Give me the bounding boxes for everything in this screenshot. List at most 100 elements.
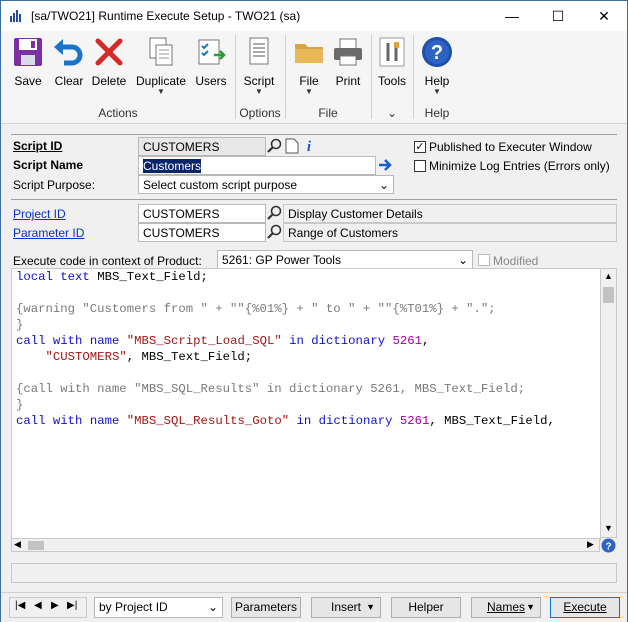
file-button[interactable]: File ▼ <box>291 35 327 96</box>
code-line: "CUSTOMERS", MBS_Text_Field; <box>45 350 253 364</box>
sort-select[interactable]: by Project ID ⌄ <box>94 597 223 618</box>
script-button[interactable]: Script ▼ <box>239 35 279 96</box>
users-checklist-icon <box>198 39 226 65</box>
file-label: File <box>299 74 319 88</box>
group-label-tools[interactable]: ⌄ <box>371 106 413 120</box>
script-purpose-value: Select custom script purpose <box>143 178 298 192</box>
scroll-thumb[interactable] <box>28 541 44 550</box>
print-button[interactable]: Print <box>329 35 367 88</box>
script-name-field[interactable]: Customers <box>138 156 376 175</box>
save-button[interactable]: Save <box>9 35 47 88</box>
maximize-button[interactable]: ☐ <box>535 1 581 31</box>
script-id-field[interactable]: CUSTOMERS <box>138 137 266 156</box>
file-dropdown-icon: ▼ <box>305 87 313 96</box>
close-button[interactable]: ✕ <box>581 1 627 31</box>
code-line: } <box>16 318 24 332</box>
product-value: 5261: GP Power Tools <box>222 253 341 267</box>
save-icon <box>14 38 42 66</box>
users-button[interactable]: Users <box>193 35 229 88</box>
helper-button[interactable]: Helper <box>391 597 461 618</box>
bottom-toolbar: |◀ ◀ ▶ ▶| by Project ID ⌄ Parameters Ins… <box>1 592 627 622</box>
script-purpose-select[interactable]: Select custom script purpose ⌄ <box>138 175 394 194</box>
chevron-down-icon: ⌄ <box>457 253 468 267</box>
first-record-icon[interactable]: |◀ <box>15 600 25 611</box>
published-label: Published to Executer Window <box>429 140 592 154</box>
next-record-icon[interactable]: ▶ <box>51 600 59 611</box>
note-icon[interactable] <box>285 138 299 154</box>
published-checkbox[interactable]: ✓ <box>414 141 426 153</box>
group-label-file: File <box>318 106 338 120</box>
svg-text:?: ? <box>605 542 611 553</box>
last-record-icon[interactable]: ▶| <box>67 600 77 611</box>
lookup-icon[interactable] <box>267 138 283 154</box>
horizontal-scrollbar[interactable]: ◀ ▶ <box>11 538 600 552</box>
modified-checkbox <box>478 254 490 266</box>
group-label-help: Help <box>424 106 450 120</box>
app-icon <box>9 9 23 23</box>
parameters-button[interactable]: Parameters <box>231 597 301 618</box>
svg-text:?: ? <box>431 42 443 64</box>
parameter-id-label[interactable]: Parameter ID <box>13 226 84 240</box>
scroll-right-icon[interactable]: ▶ <box>587 539 594 550</box>
help-label: Help <box>424 74 450 88</box>
tools-button[interactable]: Tools <box>375 35 409 88</box>
insert-label: Insert <box>330 600 361 614</box>
help-small-icon[interactable]: ? <box>601 538 616 553</box>
parameter-id-field[interactable]: CUSTOMERS <box>138 223 266 242</box>
window-title: [sa/TWO21] Runtime Execute Setup - TWO21… <box>31 9 301 23</box>
scroll-down-icon[interactable]: ▼ <box>604 523 613 533</box>
script-id-label[interactable]: Script ID <box>13 139 62 153</box>
help-button[interactable]: ? Help ▼ <box>417 35 457 96</box>
modified-label: Modified <box>493 254 539 268</box>
insert-dropdown-icon: ▼ <box>366 602 375 612</box>
project-id-label[interactable]: Project ID <box>13 207 66 221</box>
duplicate-icon <box>149 37 173 66</box>
code-line: call with name "MBS_SQL_Results_Goto" in… <box>16 414 555 428</box>
arrow-right-icon[interactable] <box>377 157 393 173</box>
script-document-icon <box>249 37 269 65</box>
execute-button[interactable]: Execute <box>550 597 620 618</box>
script-purpose-label: Script Purpose: <box>13 178 96 192</box>
previous-record-icon[interactable]: ◀ <box>34 600 42 611</box>
clear-button[interactable]: Clear <box>51 35 87 88</box>
scroll-left-icon[interactable]: ◀ <box>14 539 21 550</box>
delete-x-icon <box>95 38 123 66</box>
code-editor[interactable]: local text MBS_Text_Field; {warning "Cus… <box>11 268 601 540</box>
minimize-log-checkbox[interactable] <box>414 160 426 172</box>
code-line: call with name "MBS_Script_Load_SQL" in … <box>16 334 430 348</box>
scroll-up-icon[interactable]: ▲ <box>604 271 613 281</box>
execute-label: Execute <box>563 600 607 614</box>
title-bar: [sa/TWO21] Runtime Execute Setup - TWO21… <box>1 1 627 31</box>
delete-button[interactable]: Delete <box>89 35 129 88</box>
insert-button[interactable]: Insert ▼ <box>311 597 381 618</box>
lookup-icon[interactable] <box>267 205 283 221</box>
info-icon[interactable]: i <box>301 137 317 154</box>
project-desc: Display Customer Details <box>288 207 423 221</box>
printer-icon <box>334 38 362 66</box>
code-line: {warning "Customers from " + ""{%01%} + … <box>16 302 496 316</box>
product-select[interactable]: 5261: GP Power Tools ⌄ <box>217 250 473 269</box>
group-label-actions: Actions <box>98 106 138 120</box>
names-dropdown-icon: ▼ <box>526 602 535 612</box>
lookup-icon[interactable] <box>267 224 283 240</box>
scroll-thumb[interactable] <box>603 287 614 303</box>
users-label: Users <box>195 74 227 88</box>
sort-value: by Project ID <box>99 600 168 614</box>
svg-text:i: i <box>307 139 312 154</box>
clear-label: Clear <box>54 74 84 88</box>
tools-icon <box>379 37 405 67</box>
divider <box>11 134 617 135</box>
code-line: local text MBS_Text_Field; <box>16 270 208 284</box>
undo-arrow-icon <box>54 39 83 66</box>
duplicate-button[interactable]: Duplicate ▼ <box>133 35 189 96</box>
vertical-scrollbar[interactable]: ▲ ▼ <box>600 268 617 538</box>
names-button[interactable]: Names ▼ <box>471 597 541 618</box>
project-id-field[interactable]: CUSTOMERS <box>138 204 266 223</box>
script-dropdown-icon: ▼ <box>255 87 263 96</box>
chevron-down-icon: ⌄ <box>207 600 218 614</box>
names-label: Names <box>486 600 525 614</box>
minimize-button[interactable]: — <box>489 1 535 31</box>
code-line: {call with name "MBS_SQL_Results" in dic… <box>16 382 526 396</box>
window: [sa/TWO21] Runtime Execute Setup - TWO21… <box>0 0 628 622</box>
script-label: Script <box>243 74 275 88</box>
